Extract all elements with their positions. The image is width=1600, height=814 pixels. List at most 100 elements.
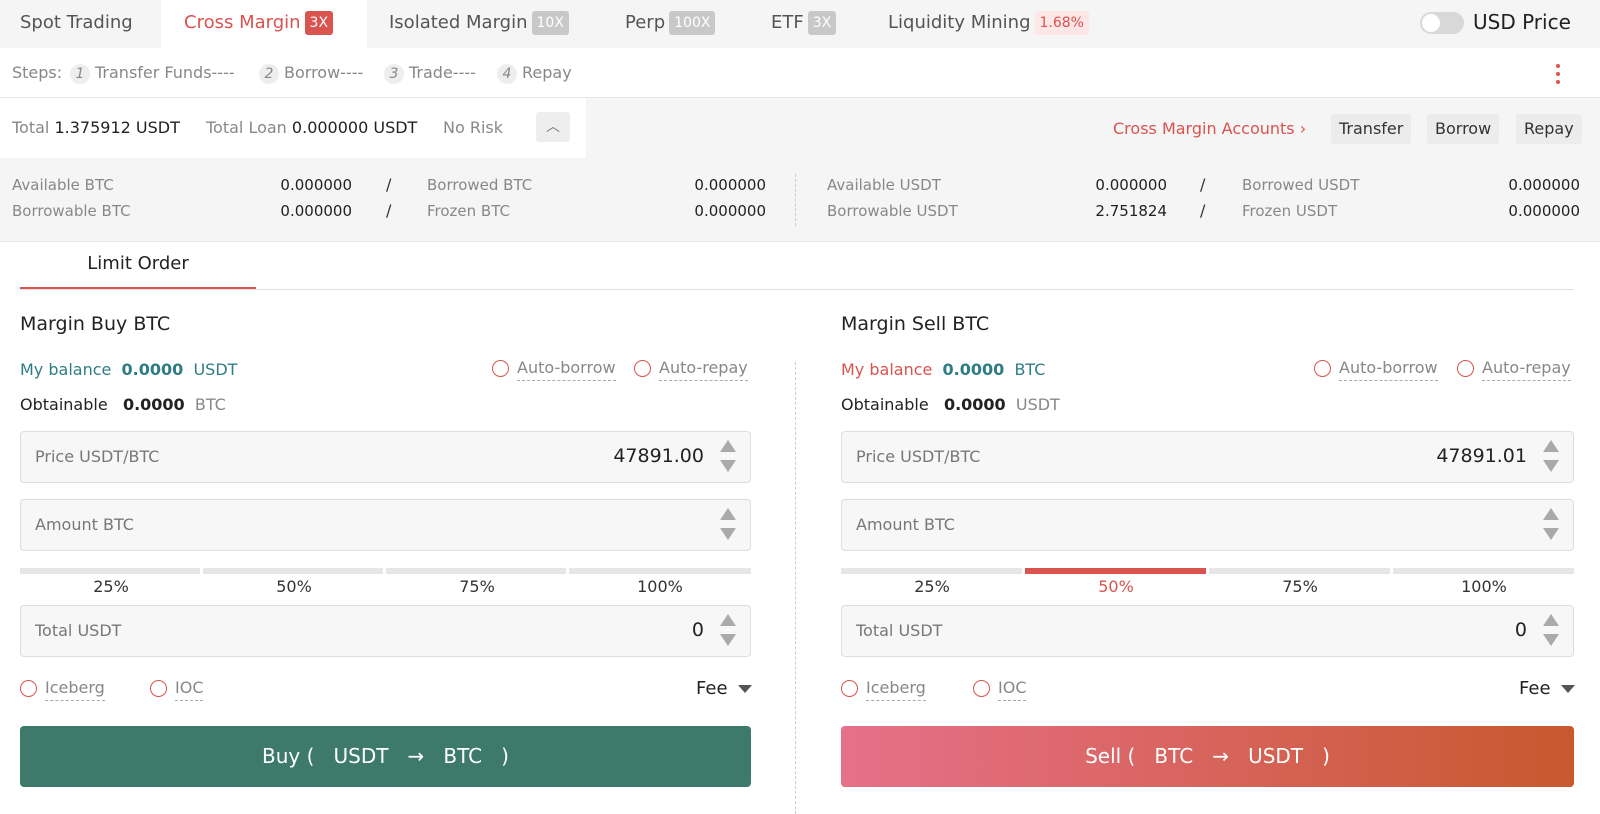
sell-amount-input[interactable]: Amount BTC (841, 499, 1574, 551)
sell-percent-50[interactable]: 50% (1086, 577, 1146, 596)
buy-percent-slider[interactable] (20, 568, 751, 574)
buy-button[interactable]: Buy ( USDT → BTC ) (20, 726, 751, 787)
risk-status: No Risk (443, 118, 504, 137)
more-options-icon[interactable] (1556, 64, 1560, 86)
arrow-right-icon: → (1212, 744, 1229, 768)
repay-button[interactable]: Repay (1516, 114, 1582, 144)
sell-obtainable: Obtainable 0.0000 USDT (841, 395, 1060, 414)
sell-button[interactable]: Sell ( BTC → USDT ) (841, 726, 1574, 787)
available-usdt-label: Available USDT (827, 176, 941, 194)
buy-fee-dropdown[interactable]: Fee (696, 678, 752, 699)
buy-auto-repay[interactable]: Auto-repay (634, 358, 748, 381)
usd-price-toggle[interactable] (1420, 12, 1464, 34)
buy-amount-input[interactable]: Amount BTC (20, 499, 751, 551)
chevron-up-icon[interactable]: ︿ (536, 112, 570, 142)
tab-liquidity-mining[interactable]: Liquidity Mining 1.68% (888, 0, 1089, 48)
option-label: Auto-borrow (1339, 358, 1438, 381)
buy-price-input[interactable]: Price USDT/BTC 47891.00 (20, 431, 751, 483)
balances-divider (795, 174, 796, 226)
sell-auto-repay[interactable]: Auto-repay (1457, 358, 1571, 381)
buy-title-label: Margin Buy (20, 313, 128, 335)
buy-percent-75[interactable]: 75% (447, 577, 507, 596)
slider-segment-100[interactable] (569, 568, 751, 574)
sell-auto-borrow[interactable]: Auto-borrow (1314, 358, 1438, 381)
buy-title: Margin Buy BTC (20, 313, 170, 335)
borrowable-usdt-value: 2.751824 (1095, 202, 1167, 220)
account-summary: Total 1.375912 USDT Total Loan 0.000000 … (0, 98, 1600, 158)
frozen-usdt-value: 0.000000 (1508, 202, 1580, 220)
slider-segment-25[interactable] (841, 568, 1022, 574)
step-repay: 4 Repay (497, 63, 572, 84)
stepper-icon[interactable] (720, 614, 736, 648)
option-label: Auto-borrow (517, 358, 616, 381)
tab-cross-margin[interactable]: Cross Margin 3X (161, 0, 367, 48)
slider-segment-50[interactable] (1025, 568, 1206, 574)
stepper-icon[interactable] (720, 508, 736, 542)
sell-fee-dropdown[interactable]: Fee (1519, 678, 1575, 699)
stepper-icon[interactable] (1543, 614, 1559, 648)
stepper-icon[interactable] (1543, 508, 1559, 542)
buy-percent-25[interactable]: 25% (81, 577, 141, 596)
sell-percent-75[interactable]: 75% (1270, 577, 1330, 596)
option-label: Iceberg (866, 678, 926, 701)
radio-icon (1314, 360, 1331, 377)
borrowed-usdt-label: Borrowed USDT (1242, 176, 1360, 194)
sell-ioc-option[interactable]: IOC (973, 678, 1027, 701)
input-value: 0 (1514, 619, 1527, 641)
buy-iceberg-option[interactable]: Iceberg (20, 678, 105, 701)
radio-icon (634, 360, 651, 377)
radio-icon (20, 680, 37, 697)
step-number: 4 (497, 64, 517, 84)
sell-percent-slider[interactable] (841, 568, 1574, 574)
sell-iceberg-option[interactable]: Iceberg (841, 678, 926, 701)
slider-segment-75[interactable] (386, 568, 566, 574)
loan-value: 0.000000 USDT (291, 118, 418, 137)
available-usdt-value: 0.000000 (1095, 176, 1167, 194)
tab-perp[interactable]: Perp 100X (625, 0, 716, 48)
obtainable-unit: USDT (1015, 395, 1060, 414)
sell-price-input[interactable]: Price USDT/BTC 47891.01 (841, 431, 1574, 483)
step-label: Trade---- (409, 63, 476, 82)
transfer-button[interactable]: Transfer (1331, 114, 1412, 144)
sell-percent-100[interactable]: 100% (1454, 577, 1514, 596)
tab-isolated-margin[interactable]: Isolated Margin 10X (389, 0, 569, 48)
slider-segment-25[interactable] (20, 568, 200, 574)
button-to: USDT (1248, 744, 1304, 768)
tab-spot-trading[interactable]: Spot Trading (20, 0, 133, 48)
balance-label: My balance (841, 360, 933, 379)
market-tabs: Spot Trading Cross Margin 3X Isolated Mar… (0, 0, 1600, 48)
step-transfer: 1 Transfer Funds---- (70, 63, 235, 84)
balance-unit: BTC (1014, 360, 1046, 379)
borrow-button[interactable]: Borrow (1427, 114, 1500, 144)
buy-ioc-option[interactable]: IOC (150, 678, 204, 701)
slider-segment-100[interactable] (1393, 568, 1574, 574)
step-label: Borrow---- (284, 63, 364, 82)
button-to: BTC (443, 744, 483, 768)
buy-percent-100[interactable]: 100% (630, 577, 690, 596)
separator: / (386, 201, 392, 220)
buy-percent-50[interactable]: 50% (264, 577, 324, 596)
tab-etf[interactable]: ETF 3X (771, 0, 837, 48)
apy-badge: 1.68% (1034, 11, 1089, 35)
usd-price-label: USD Price (1473, 10, 1571, 34)
tab-limit-order[interactable]: Limit Order (20, 252, 256, 289)
slider-segment-50[interactable] (203, 568, 383, 574)
separator: / (1200, 175, 1206, 194)
input-label: Price USDT/BTC (856, 447, 981, 466)
link-label: Cross Margin Accounts (1113, 119, 1295, 138)
buy-total-input[interactable]: Total USDT 0 (20, 605, 751, 657)
steps-bar: Steps: 1 Transfer Funds---- 2 Borrow---- 3… (0, 48, 1600, 98)
buy-auto-borrow[interactable]: Auto-borrow (492, 358, 616, 381)
option-label: Auto-repay (1482, 358, 1571, 381)
step-number: 2 (259, 64, 279, 84)
slider-segment-75[interactable] (1209, 568, 1390, 574)
borrowed-btc-value: 0.000000 (694, 176, 766, 194)
cross-margin-accounts-link[interactable]: Cross Margin Accounts › (1113, 119, 1306, 138)
stepper-icon[interactable] (720, 440, 736, 474)
arrow-right-icon: → (407, 744, 425, 768)
stepper-icon[interactable] (1543, 440, 1559, 474)
sell-total-input[interactable]: Total USDT 0 (841, 605, 1574, 657)
sell-percent-25[interactable]: 25% (902, 577, 962, 596)
option-label: Iceberg (45, 678, 105, 701)
borrowed-btc-label: Borrowed BTC (427, 176, 533, 194)
